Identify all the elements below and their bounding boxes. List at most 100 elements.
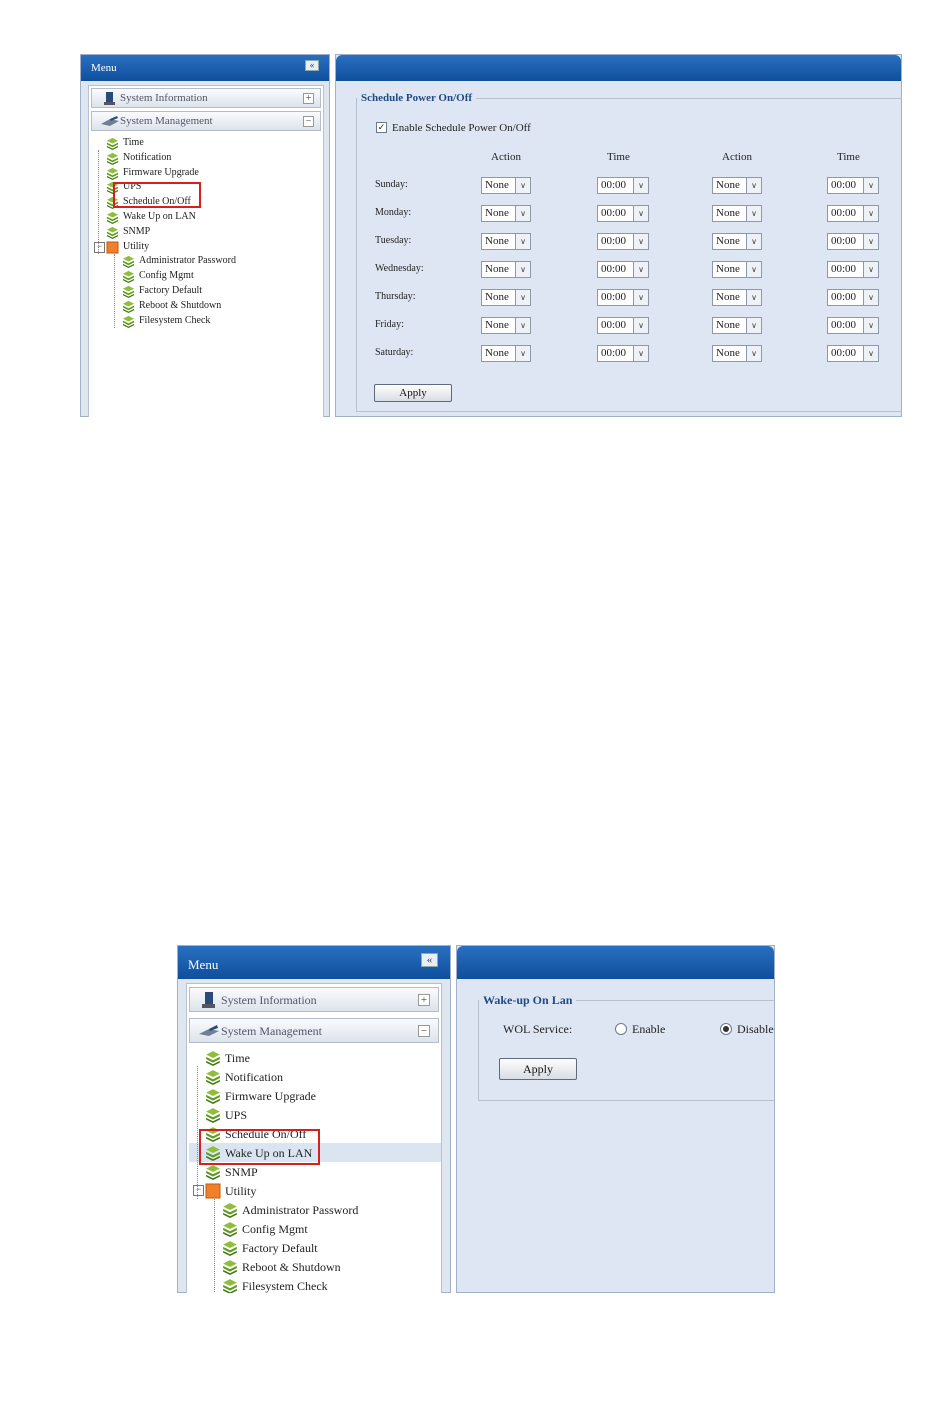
wol-enable-label: Enable: [632, 1022, 666, 1036]
collapse-icon[interactable]: −: [303, 116, 314, 127]
system-management-icon: [198, 1024, 220, 1043]
chevron-down-icon: ∨: [863, 234, 878, 249]
expand-icon[interactable]: +: [303, 93, 314, 104]
chevron-down-icon: ∨: [746, 234, 761, 249]
leaf-icon: [205, 1050, 221, 1070]
section-label: System Information: [221, 993, 317, 1007]
section-system-management[interactable]: System Management −: [189, 1018, 439, 1043]
time-select[interactable]: 00:00 ∨: [827, 177, 879, 194]
apply-button[interactable]: Apply: [499, 1058, 577, 1080]
menu-item-label: Firmware Upgrade: [225, 1089, 316, 1103]
chevron-down-icon: ∨: [515, 206, 530, 221]
menu-item-label: Time: [123, 137, 144, 148]
chevron-down-icon: ∨: [863, 290, 878, 305]
chevron-down-icon: ∨: [863, 318, 878, 333]
time-select[interactable]: 00:00 ∨: [597, 289, 649, 306]
day-label: Friday:: [375, 319, 404, 330]
leaf-icon: [205, 1069, 221, 1089]
action-select[interactable]: None ∨: [481, 317, 531, 334]
time-select[interactable]: 00:00 ∨: [597, 345, 649, 362]
menu-item-label: Config Mgmt: [139, 270, 194, 282]
menu-body: System Information + System Management −…: [88, 85, 324, 417]
action-select[interactable]: None ∨: [481, 261, 531, 278]
select-value: None: [485, 235, 509, 247]
time-select[interactable]: 00:00 ∨: [827, 261, 879, 278]
action-select[interactable]: None ∨: [712, 261, 762, 278]
chevron-down-icon: ∨: [746, 346, 761, 361]
chevron-down-icon: ∨: [746, 318, 761, 333]
chevron-down-icon: ∨: [515, 318, 530, 333]
collapse-menu-icon[interactable]: «: [305, 60, 319, 71]
wol-disable-radio[interactable]: [720, 1023, 732, 1035]
menu-item-label: Filesystem Check: [242, 1279, 328, 1293]
select-value: 00:00: [831, 291, 857, 303]
action-select[interactable]: None ∨: [481, 205, 531, 222]
action-select[interactable]: None ∨: [481, 233, 531, 250]
chevron-down-icon: ∨: [633, 346, 648, 361]
wake-up-on-lan-group: Wake-up On Lan: [478, 993, 775, 1101]
time-select[interactable]: 00:00 ∨: [597, 261, 649, 278]
expand-icon[interactable]: +: [418, 994, 430, 1006]
time-select[interactable]: 00:00 ∨: [827, 289, 879, 306]
section-system-information[interactable]: System Information +: [91, 88, 321, 108]
utility-collapse-icon[interactable]: −: [94, 241, 105, 253]
action-select[interactable]: None ∨: [712, 177, 762, 194]
menu-item-label: Time: [225, 1051, 250, 1065]
select-value: None: [716, 235, 740, 247]
wol-disable-label: Disable: [737, 1022, 774, 1036]
time-select[interactable]: 00:00 ∨: [597, 317, 649, 334]
select-value: None: [716, 291, 740, 303]
menu-panel: Menu « System Information + System Manag…: [177, 945, 451, 1293]
action-select[interactable]: None ∨: [481, 177, 531, 194]
day-label: Monday:: [375, 207, 412, 218]
enable-schedule-checkbox[interactable]: ✓: [376, 122, 387, 133]
time-select[interactable]: 00:00 ∨: [827, 317, 879, 334]
wol-enable-radio[interactable]: [615, 1023, 627, 1035]
action-select[interactable]: None ∨: [712, 345, 762, 362]
chevron-down-icon: ∨: [633, 234, 648, 249]
content-title-bar: [336, 55, 901, 81]
leaf-icon: [122, 285, 135, 301]
apply-button[interactable]: Apply: [374, 384, 452, 402]
action-select[interactable]: None ∨: [481, 345, 531, 362]
select-value: None: [716, 347, 740, 359]
time-select[interactable]: 00:00 ∨: [827, 205, 879, 222]
section-system-information[interactable]: System Information +: [189, 987, 439, 1012]
time-select[interactable]: 00:00 ∨: [827, 345, 879, 362]
time-select[interactable]: 00:00 ∨: [827, 233, 879, 250]
content-panel: Wake-up On Lan WOL Service: Enable Disab…: [456, 945, 775, 1293]
time-select[interactable]: 00:00 ∨: [597, 177, 649, 194]
menu-item-label: Wake Up on LAN: [123, 211, 196, 222]
section-system-management[interactable]: System Management −: [91, 111, 321, 131]
action-select[interactable]: None ∨: [712, 289, 762, 306]
select-value: None: [485, 179, 509, 191]
utility-collapse-icon[interactable]: −: [193, 1185, 204, 1196]
leaf-icon: [205, 1164, 221, 1184]
content-title-bar: [457, 946, 774, 979]
collapse-icon[interactable]: −: [418, 1025, 430, 1037]
menu-item-label: Notification: [123, 151, 172, 163]
chevron-down-icon: ∨: [515, 262, 530, 277]
action-select[interactable]: None ∨: [481, 289, 531, 306]
leaf-icon: [205, 1107, 221, 1127]
chevron-down-icon: ∨: [633, 290, 648, 305]
leaf-icon: [222, 1259, 238, 1279]
collapse-menu-icon[interactable]: «: [421, 953, 438, 967]
leaf-icon: [122, 315, 135, 331]
system-information-icon: [102, 91, 116, 109]
column-header-time: Time: [837, 151, 860, 163]
select-value: None: [716, 319, 740, 331]
menu-title: Menu: [91, 62, 117, 74]
time-select[interactable]: 00:00 ∨: [597, 205, 649, 222]
schedule-power-group: Schedule Power On/Off: [356, 92, 902, 412]
time-select[interactable]: 00:00 ∨: [597, 233, 649, 250]
chevron-down-icon: ∨: [515, 290, 530, 305]
action-select[interactable]: None ∨: [712, 233, 762, 250]
select-value: 00:00: [601, 291, 627, 303]
action-select[interactable]: None ∨: [712, 205, 762, 222]
action-select[interactable]: None ∨: [712, 317, 762, 334]
chevron-down-icon: ∨: [515, 234, 530, 249]
tree-connector: [197, 1066, 198, 1199]
chevron-down-icon: ∨: [746, 178, 761, 193]
select-value: None: [716, 179, 740, 191]
